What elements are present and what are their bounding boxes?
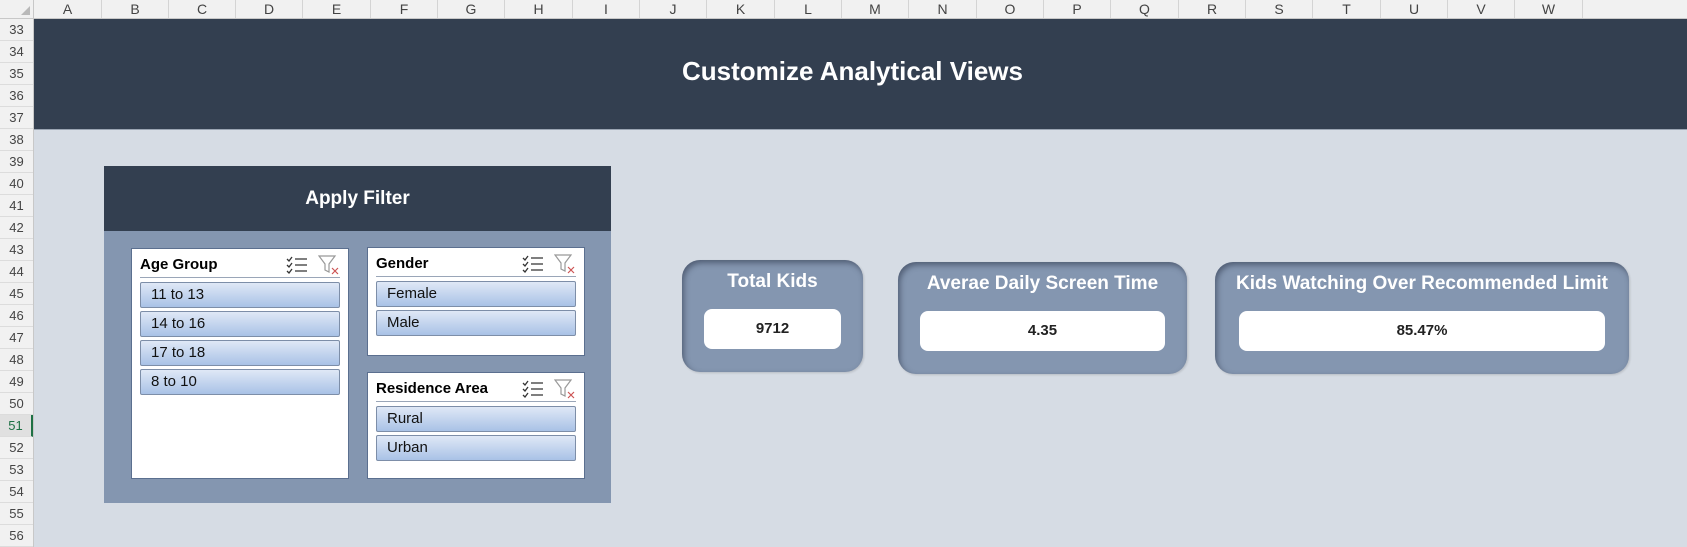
title-banner: Customize Analytical Views xyxy=(34,19,1687,130)
row-header[interactable]: 55 xyxy=(0,503,33,525)
row-header[interactable]: 47 xyxy=(0,327,33,349)
column-header-P[interactable]: P xyxy=(1044,0,1111,18)
multi-select-icon[interactable] xyxy=(522,254,544,274)
slicer-item[interactable]: 11 to 13 xyxy=(140,282,340,308)
slicer-title: Age Group xyxy=(140,256,218,273)
worksheet-area[interactable]: Customize Analytical Views Apply Filter … xyxy=(34,19,1687,547)
row-header[interactable]: 53 xyxy=(0,459,33,481)
clear-filter-icon[interactable] xyxy=(553,379,576,399)
slicer-item[interactable]: Urban xyxy=(376,435,576,461)
kpi-value: 9712 xyxy=(704,309,841,349)
slicer-item[interactable]: Rural xyxy=(376,406,576,432)
row-header[interactable]: 44 xyxy=(0,261,33,283)
kpi-card-over-limit: Kids Watching Over Recommended Limit 85.… xyxy=(1215,262,1629,374)
column-header-I[interactable]: I xyxy=(573,0,640,18)
column-header-B[interactable]: B xyxy=(102,0,169,18)
row-header[interactable]: 50 xyxy=(0,393,33,415)
row-header[interactable]: 48 xyxy=(0,349,33,371)
column-header-R[interactable]: R xyxy=(1179,0,1246,18)
slicer-item[interactable]: Female xyxy=(376,281,576,307)
row-header-active[interactable]: 51 xyxy=(0,415,33,437)
column-header-M[interactable]: M xyxy=(842,0,909,18)
slicer-item[interactable]: 8 to 10 xyxy=(140,369,340,395)
column-header-O[interactable]: O xyxy=(977,0,1044,18)
multi-select-icon[interactable] xyxy=(522,379,544,399)
column-header-S[interactable]: S xyxy=(1246,0,1313,18)
row-header[interactable]: 43 xyxy=(0,239,33,261)
row-header[interactable]: 39 xyxy=(0,151,33,173)
slicer-residence-area: Residence Area Rural Urban xyxy=(367,372,585,479)
column-header-C[interactable]: C xyxy=(169,0,236,18)
slicer-age-group: Age Group 11 to 13 14 to 16 17 to 18 8 t… xyxy=(131,248,349,479)
row-header[interactable]: 49 xyxy=(0,371,33,393)
column-header-N[interactable]: N xyxy=(909,0,977,18)
select-all-corner[interactable] xyxy=(0,0,34,18)
column-header-F[interactable]: F xyxy=(371,0,438,18)
kpi-card-avg-screen-time: Averae Daily Screen Time 4.35 xyxy=(898,262,1187,374)
slicer-title: Gender xyxy=(376,255,429,272)
row-header[interactable]: 45 xyxy=(0,283,33,305)
clear-filter-icon[interactable] xyxy=(317,255,340,275)
row-header[interactable]: 42 xyxy=(0,217,33,239)
row-header[interactable]: 41 xyxy=(0,195,33,217)
slicer-item[interactable]: 17 to 18 xyxy=(140,340,340,366)
column-header-V[interactable]: V xyxy=(1448,0,1515,18)
slicer-header: Gender xyxy=(376,252,576,277)
kpi-value: 4.35 xyxy=(920,311,1165,351)
row-header[interactable]: 46 xyxy=(0,305,33,327)
row-header-bar: 33 34 35 36 37 38 39 40 41 42 43 44 45 4… xyxy=(0,19,34,547)
column-header-Q[interactable]: Q xyxy=(1111,0,1179,18)
column-header-U[interactable]: U xyxy=(1381,0,1448,18)
column-header-H[interactable]: H xyxy=(505,0,573,18)
page-title: Customize Analytical Views xyxy=(681,56,1023,86)
filter-panel: Apply Filter Age Group 11 to 13 14 to 16… xyxy=(104,166,611,503)
column-header-G[interactable]: G xyxy=(438,0,505,18)
row-header[interactable]: 37 xyxy=(0,107,33,129)
column-header-W[interactable]: W xyxy=(1515,0,1583,18)
row-header[interactable]: 40 xyxy=(0,173,33,195)
column-header-L[interactable]: L xyxy=(775,0,842,18)
row-header[interactable]: 56 xyxy=(0,525,33,547)
row-header[interactable]: 54 xyxy=(0,481,33,503)
slicer-title: Residence Area xyxy=(376,380,489,397)
row-header[interactable]: 33 xyxy=(0,19,33,41)
slicer-gender: Gender Female Male xyxy=(367,247,585,356)
kpi-title: Kids Watching Over Recommended Limit xyxy=(1236,273,1608,294)
slicer-item[interactable]: Male xyxy=(376,310,576,336)
kpi-title: Total Kids xyxy=(727,271,818,292)
kpi-card-total-kids: Total Kids 9712 xyxy=(682,260,863,372)
filter-panel-title: Apply Filter xyxy=(104,166,611,231)
row-header[interactable]: 52 xyxy=(0,437,33,459)
multi-select-icon[interactable] xyxy=(286,255,308,275)
column-header-A[interactable]: A xyxy=(34,0,102,18)
column-header-bar: A B C D E F G H I J K L M N O P Q R S T … xyxy=(0,0,1687,19)
clear-filter-icon[interactable] xyxy=(553,254,576,274)
row-header[interactable]: 38 xyxy=(0,129,33,151)
column-header-E[interactable]: E xyxy=(303,0,371,18)
slicer-header: Residence Area xyxy=(376,377,576,402)
column-header-T[interactable]: T xyxy=(1313,0,1381,18)
column-header-D[interactable]: D xyxy=(236,0,303,18)
kpi-value: 85.47% xyxy=(1239,311,1605,351)
slicer-header: Age Group xyxy=(140,253,340,278)
row-header[interactable]: 36 xyxy=(0,85,33,107)
slicer-item[interactable]: 14 to 16 xyxy=(140,311,340,337)
kpi-title: Averae Daily Screen Time xyxy=(926,273,1159,294)
column-header-J[interactable]: J xyxy=(640,0,707,18)
column-header-K[interactable]: K xyxy=(707,0,775,18)
